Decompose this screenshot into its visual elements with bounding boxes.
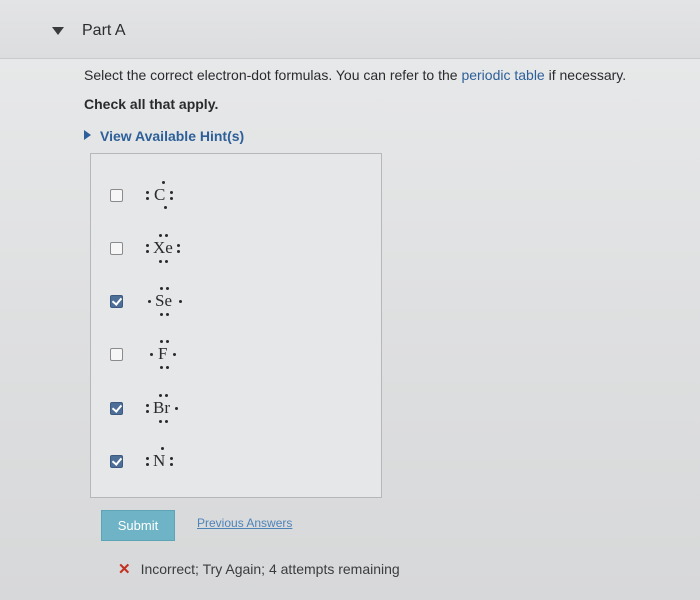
option-fluorine[interactable]: F (110, 339, 350, 369)
element-symbol: Xe (153, 238, 173, 257)
element-symbol: C (154, 185, 166, 204)
option-nitrogen[interactable]: N (110, 446, 350, 476)
electron-dot-formula: C (144, 180, 224, 210)
instruction-text-prefix: Select the correct electron-dot formulas… (84, 67, 462, 83)
view-hints-toggle[interactable]: View Available Hint(s) (84, 128, 244, 144)
option-checkbox[interactable] (110, 295, 123, 308)
option-checkbox[interactable] (110, 455, 123, 468)
electron-dot-formula: Br (144, 393, 224, 423)
option-carbon[interactable]: C (110, 180, 350, 210)
option-bromine[interactable]: Br (110, 393, 350, 423)
periodic-table-link[interactable]: periodic table (461, 67, 544, 83)
option-selenium[interactable]: Se (110, 286, 350, 316)
question-instructions: Select the correct electron-dot formulas… (84, 67, 626, 83)
view-hints-label: View Available Hint(s) (100, 128, 245, 144)
submit-button[interactable]: Submit (101, 510, 175, 541)
element-symbol: N (153, 451, 166, 470)
electron-dot-formula: N (144, 446, 224, 476)
check-all-label: Check all that apply. (84, 96, 219, 112)
option-checkbox[interactable] (110, 242, 123, 255)
feedback-text: Incorrect; Try Again; 4 attempts remaini… (140, 561, 400, 577)
instruction-text-suffix: if necessary. (544, 67, 627, 83)
electron-dot-formula: F (144, 339, 224, 369)
caret-down-icon[interactable] (52, 27, 64, 35)
electron-dot-formula: Xe (144, 233, 224, 263)
caret-right-icon (84, 130, 91, 140)
previous-answers-link[interactable]: Previous Answers (197, 516, 292, 530)
part-title: Part A (82, 22, 126, 39)
x-icon: ✕ (118, 561, 131, 578)
element-symbol: F (158, 344, 168, 363)
option-checkbox[interactable] (110, 189, 123, 202)
option-checkbox[interactable] (110, 402, 123, 415)
element-symbol: Br (153, 398, 170, 417)
option-checkbox[interactable] (110, 348, 123, 361)
feedback-message: ✕ Incorrect; Try Again; 4 attempts remain… (118, 560, 400, 578)
electron-dot-formula: Se (144, 286, 224, 316)
element-symbol: Se (155, 291, 172, 310)
part-header[interactable]: Part A (0, 0, 700, 59)
option-xenon[interactable]: Xe (110, 233, 350, 263)
